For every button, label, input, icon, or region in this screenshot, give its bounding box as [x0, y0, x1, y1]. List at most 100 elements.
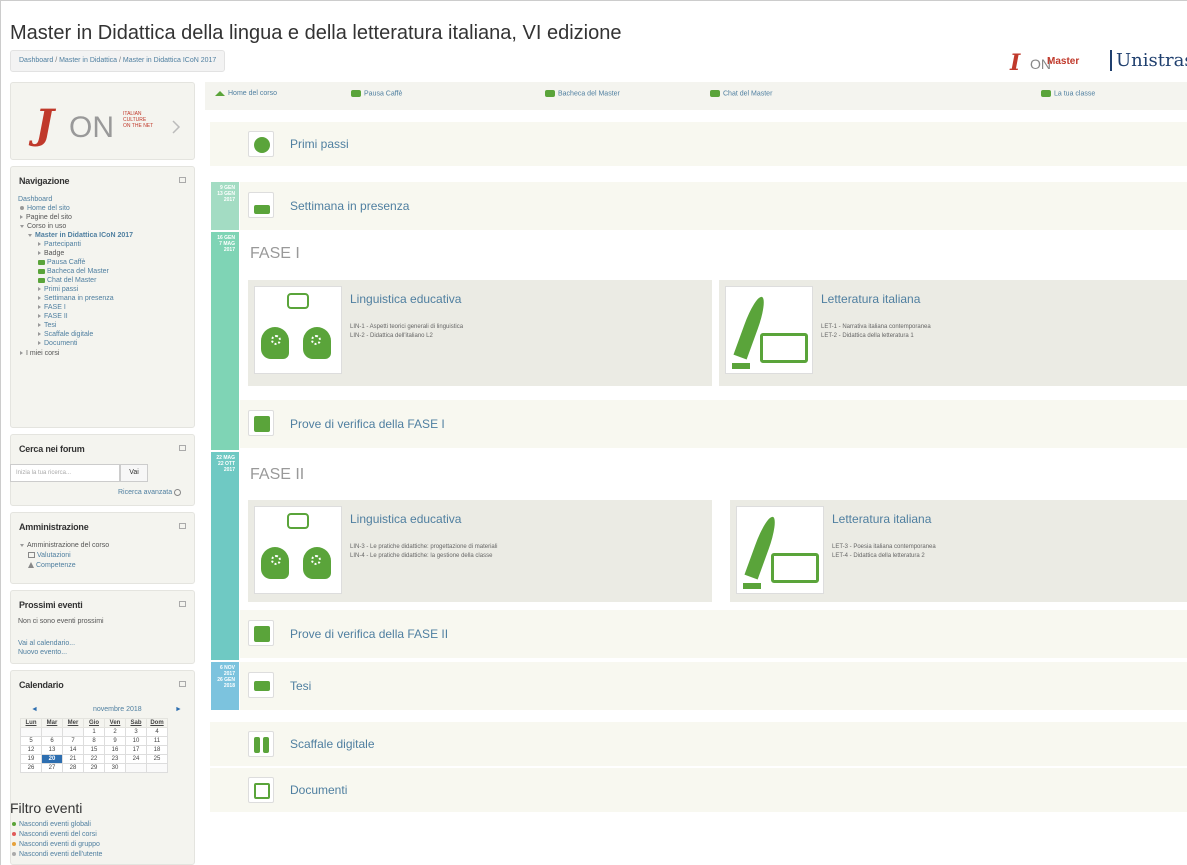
cal-cell[interactable]: 5 [20, 736, 42, 746]
nav-settimana[interactable]: Settimana in presenza [38, 294, 114, 303]
nav-dashboard[interactable]: Dashboard [18, 195, 52, 204]
card-title[interactable]: Linguistica educativa [350, 292, 461, 306]
cal-cell[interactable]: 27 [41, 763, 63, 773]
nav-bacheca-side[interactable]: Bacheca del Master [38, 267, 109, 276]
section-tesi[interactable]: Tesi [240, 662, 1187, 710]
nav-chat-side[interactable]: Chat del Master [38, 276, 96, 285]
cal-cell[interactable]: 15 [83, 745, 105, 755]
admin-valutazioni[interactable]: Valutazioni [28, 551, 71, 560]
cal-cell[interactable]: 17 [125, 745, 147, 755]
cal-cell[interactable]: 18 [146, 745, 168, 755]
section-primi-passi-title[interactable]: Primi passi [290, 137, 349, 151]
nav-primi-passi[interactable]: Primi passi [38, 285, 78, 294]
collapse-icon[interactable] [179, 523, 186, 529]
nav-bacheca[interactable]: Bacheca del Master [545, 90, 620, 97]
cal-cell[interactable]: 11 [146, 736, 168, 746]
cal-cell[interactable]: 21 [62, 754, 84, 764]
cal-cell[interactable]: 12 [20, 745, 42, 755]
card-f1-letteratura[interactable]: Letteratura italiana LET-1 - Narrativa i… [719, 280, 1187, 386]
nav-pausa-caffe-side[interactable]: Pausa Caffè [38, 258, 85, 267]
cal-cell[interactable]: 16 [104, 745, 126, 755]
nav-home-sito[interactable]: Home del sito [20, 204, 70, 213]
card-title[interactable]: Linguistica educativa [350, 512, 461, 526]
collapse-icon[interactable] [179, 681, 186, 687]
nav-miei-corsi[interactable]: I miei corsi [20, 349, 59, 358]
nav-badge[interactable]: Badge [38, 249, 64, 258]
search-button[interactable]: Vai [120, 464, 148, 482]
section-primi-passi[interactable]: Primi passi [210, 122, 1187, 166]
cal-cell[interactable]: 6 [41, 736, 63, 746]
admin-course[interactable]: Amministrazione del corso [20, 541, 109, 550]
section-settimana[interactable]: Settimana in presenza [240, 182, 1187, 230]
cal-cell[interactable]: 8 [83, 736, 105, 746]
section-prove2-title[interactable]: Prove di verifica della FASE II [290, 627, 448, 641]
nav-tua-classe[interactable]: La tua classe [1041, 90, 1095, 97]
nav-fase2[interactable]: FASE II [38, 312, 68, 321]
collapse-icon[interactable] [179, 177, 186, 183]
cal-cell[interactable]: 10 [125, 736, 147, 746]
cal-cell[interactable]: 29 [83, 763, 105, 773]
cal-cell[interactable]: 22 [83, 754, 105, 764]
collapse-icon[interactable] [179, 445, 186, 451]
card-module[interactable]: LIN-1 - Aspetti teorici generali di ling… [350, 324, 463, 330]
section-documenti[interactable]: Documenti [210, 768, 1187, 812]
section-scaffale[interactable]: Scaffale digitale [210, 722, 1187, 766]
cal-cell[interactable]: 7 [62, 736, 84, 746]
filter-course[interactable]: Nascondi eventi del corsi [12, 830, 97, 839]
card-module[interactable]: LET-2 - Didattica della letteratura 1 [821, 333, 914, 339]
section-tesi-title[interactable]: Tesi [290, 679, 311, 693]
cal-cell[interactable]: 28 [62, 763, 84, 773]
calendar-prev-icon[interactable]: ◄ [31, 705, 38, 714]
nav-home-course[interactable]: Home del corso [215, 90, 277, 97]
cal-cell[interactable]: 14 [62, 745, 84, 755]
card-f1-linguistica[interactable]: Linguistica educativa LIN-1 - Aspetti te… [248, 280, 712, 386]
cal-cell[interactable]: 13 [41, 745, 63, 755]
cal-cell[interactable]: 30 [104, 763, 126, 773]
section-prove2[interactable]: Prove di verifica della FASE II [240, 610, 1187, 658]
filter-group[interactable]: Nascondi eventi di gruppo [12, 840, 100, 849]
cal-cell[interactable]: 25 [146, 754, 168, 764]
nav-scaffale[interactable]: Scaffale digitale [38, 330, 93, 339]
card-f2-letteratura[interactable]: Letteratura italiana LET-3 - Poesia ital… [730, 500, 1187, 602]
events-calendar-link[interactable]: Vai al calendario... [18, 639, 75, 648]
nav-fase1[interactable]: FASE I [38, 303, 66, 312]
breadcrumb-master[interactable]: Master in Didattica [59, 57, 117, 64]
cal-cell[interactable]: 1 [83, 727, 105, 737]
card-module[interactable]: LIN-2 - Didattica dell'italiano L2 [350, 333, 433, 339]
nav-documenti[interactable]: Documenti [38, 339, 77, 348]
nav-partecipanti[interactable]: Partecipanti [38, 240, 81, 249]
cal-cell[interactable]: 2 [104, 727, 126, 737]
cal-cell[interactable]: 3 [125, 727, 147, 737]
filter-global[interactable]: Nascondi eventi globali [12, 820, 91, 829]
sidebar-logo-block[interactable]: J ON ITALIAN CULTURE ON THE NET [10, 82, 195, 160]
nav-chat[interactable]: Chat del Master [710, 90, 772, 97]
section-prove1[interactable]: Prove di verifica della FASE I [240, 400, 1187, 448]
cal-cell-today[interactable]: 20 [41, 754, 63, 764]
section-settimana-title[interactable]: Settimana in presenza [290, 199, 409, 213]
advanced-search-link[interactable]: Ricerca avanzata [118, 488, 182, 497]
events-new-link[interactable]: Nuovo evento... [18, 648, 67, 657]
nav-master-course[interactable]: Master in Didattica ICoN 2017 [28, 231, 133, 240]
collapse-icon[interactable] [179, 601, 186, 607]
cal-cell[interactable]: 24 [125, 754, 147, 764]
card-module[interactable]: LET-1 - Narrativa italiana contemporanea [821, 324, 931, 330]
nav-tesi[interactable]: Tesi [38, 321, 56, 330]
breadcrumb-dashboard[interactable]: Dashboard [19, 57, 53, 64]
cal-cell[interactable]: 9 [104, 736, 126, 746]
nav-pausa-caffe[interactable]: Pausa Caffè [351, 90, 402, 97]
card-module[interactable]: LIN-3 - Le pratiche didattiche: progetta… [350, 544, 497, 550]
card-f2-linguistica[interactable]: Linguistica educativa LIN-3 - Le pratich… [248, 500, 712, 602]
section-prove1-title[interactable]: Prove di verifica della FASE I [290, 417, 445, 431]
cal-cell[interactable]: 4 [146, 727, 168, 737]
section-scaffale-title[interactable]: Scaffale digitale [290, 737, 375, 751]
filter-user[interactable]: Nascondi eventi dell'utente [12, 850, 102, 859]
card-module[interactable]: LET-4 - Didattica della letteratura 2 [832, 553, 925, 559]
search-input[interactable]: Inizia la tua ricerca... [10, 464, 120, 482]
card-module[interactable]: LET-3 - Poesia italiana contemporanea [832, 544, 936, 550]
cal-cell[interactable]: 26 [20, 763, 42, 773]
breadcrumb-course[interactable]: Master in Didattica ICoN 2017 [123, 57, 216, 64]
calendar-next-icon[interactable]: ► [175, 705, 182, 714]
nav-corso-in-uso[interactable]: Corso in uso [20, 222, 66, 231]
cal-cell[interactable]: 23 [104, 754, 126, 764]
card-module[interactable]: LIN-4 - Le pratiche didattiche: la gesti… [350, 553, 492, 559]
